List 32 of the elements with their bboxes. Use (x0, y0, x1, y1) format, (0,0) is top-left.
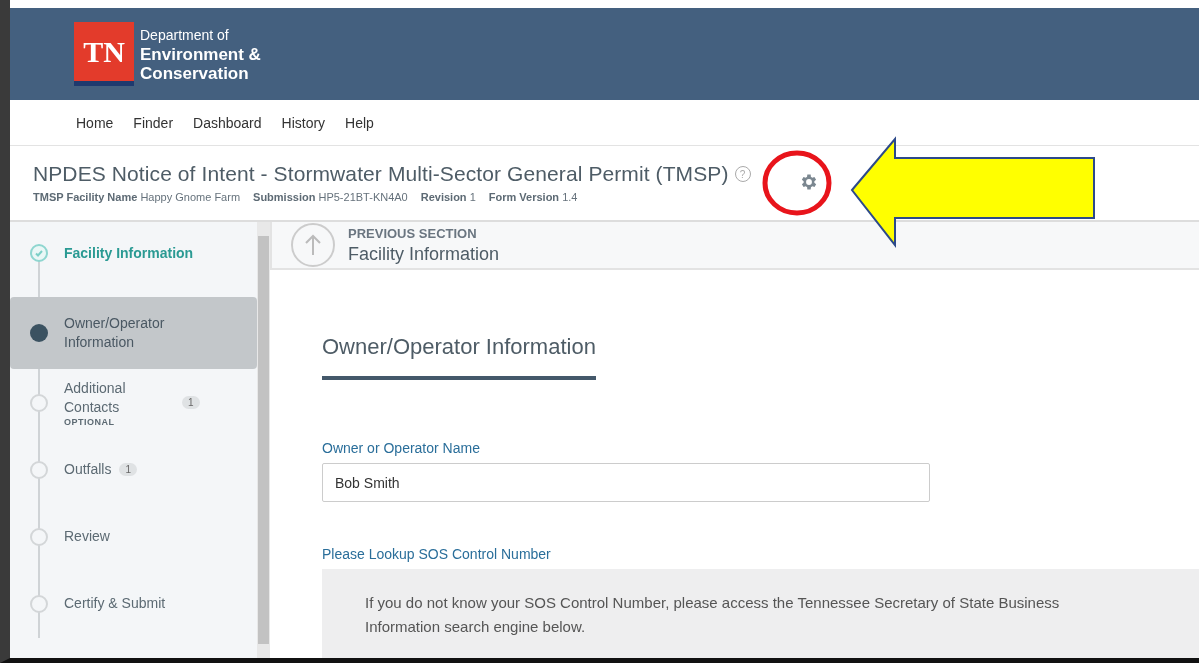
step-item[interactable]: Owner/Operator Information (10, 297, 257, 369)
nav-link[interactable]: Home (66, 114, 124, 131)
step-item[interactable]: Review (10, 503, 257, 570)
state-logo: TN (74, 22, 134, 86)
highlight-circle (762, 150, 832, 216)
meta-text: Submission HP5-21BT-KN4A0 (253, 191, 408, 203)
meta-text: TMSP Facility Name Happy Gnome Farm (33, 191, 241, 203)
section-title: Owner/Operator Information (322, 334, 596, 380)
count-badge: 1 (182, 396, 200, 409)
scrollbar[interactable] (257, 222, 270, 658)
nav-link[interactable]: Help (335, 114, 384, 131)
agency-name: Environment & (140, 44, 261, 64)
field-label: Please Lookup SOS Control Number (322, 546, 552, 562)
agency-name: Department of (140, 25, 230, 45)
step-dot-icon (30, 324, 48, 342)
step-item[interactable]: Additional Contacts OPTIONAL 1 (10, 369, 257, 436)
input-field[interactable]: Bob Smith (322, 463, 930, 502)
nav-link[interactable]: Dashboard (183, 114, 272, 131)
step-item[interactable]: Certify & Submit (10, 570, 257, 637)
meta-text: Form Version 1.4 (488, 191, 578, 203)
form-title: NPDES Notice of Intent - Stormwater Multi-Sector General Permit (TMSP) (33, 162, 729, 186)
check-icon (30, 244, 48, 262)
previous-section-link[interactable]: PREVIOUS SECTION Facility Information (270, 222, 1199, 270)
nav-link[interactable]: History (271, 114, 336, 131)
step-item[interactable]: Outfalls 1 (10, 436, 257, 503)
field-label: Owner or Operator Name (322, 440, 481, 456)
info-text: If you do not know your SOS Control Number, please access the Tennessee Secretary of State Business Information search engine below. (365, 593, 1061, 637)
agency-name: Conservation (140, 63, 250, 83)
optional-label: OPTIONAL (64, 416, 116, 427)
nav-link[interactable]: Finder (123, 114, 184, 131)
count-badge: 1 (119, 463, 138, 476)
meta-text: Revision 1 (420, 191, 476, 203)
